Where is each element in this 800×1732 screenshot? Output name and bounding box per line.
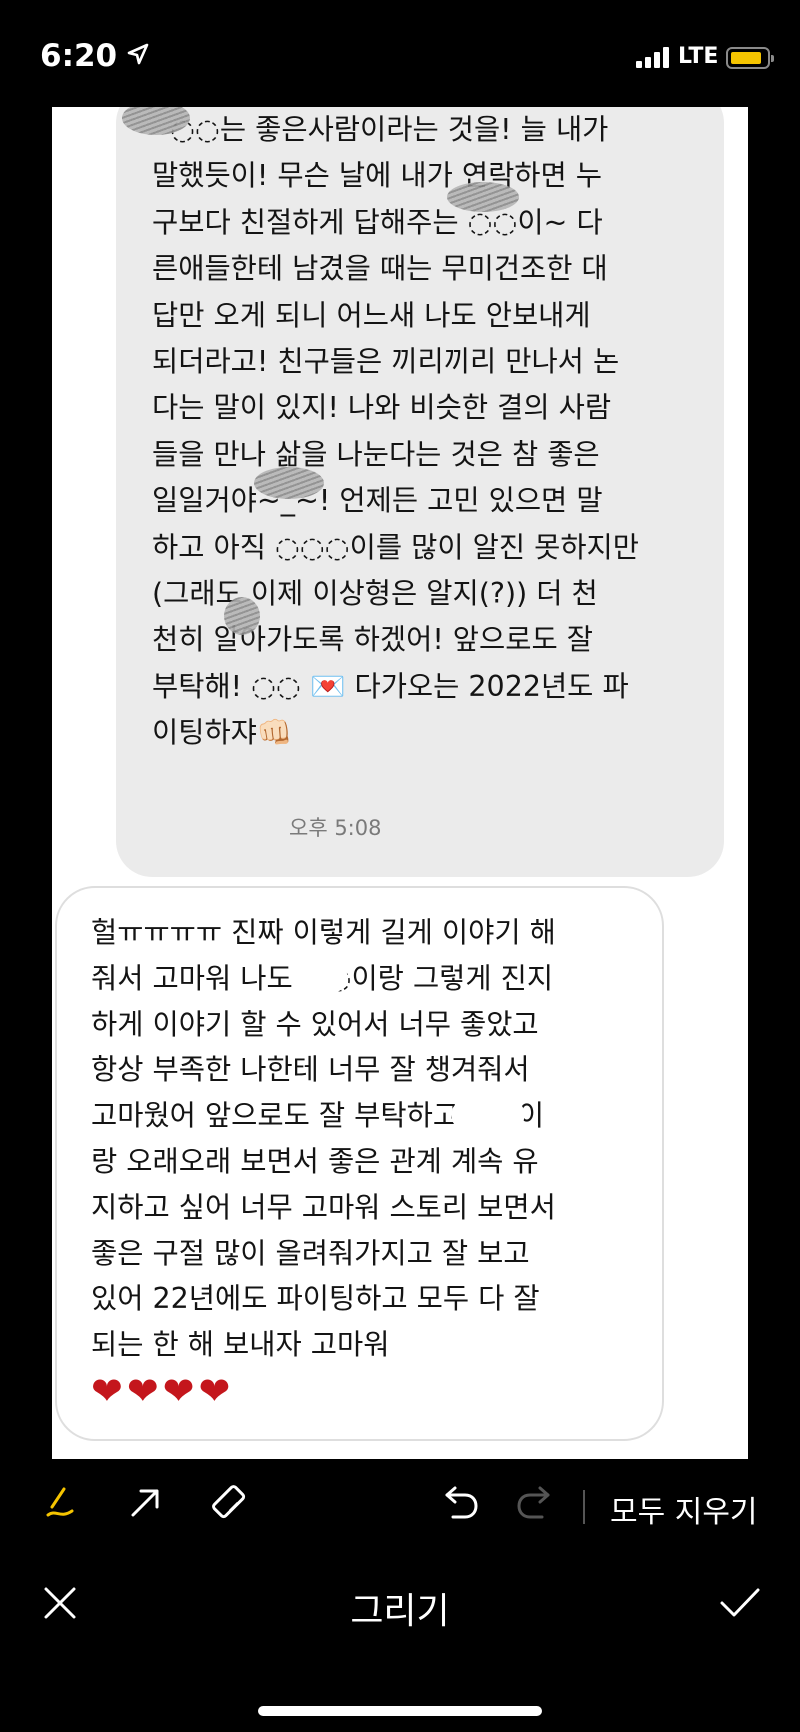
eraser-icon bbox=[209, 1482, 251, 1528]
pen-icon bbox=[38, 1481, 82, 1529]
network-type: LTE bbox=[678, 44, 719, 69]
redaction-scribble bbox=[254, 467, 324, 499]
arrow-icon bbox=[125, 1483, 165, 1527]
clear-all-button[interactable]: 모두 지우기 bbox=[610, 1487, 758, 1531]
redaction-scribble bbox=[224, 597, 260, 635]
arrow-tool-button[interactable] bbox=[115, 1470, 175, 1540]
battery-icon bbox=[726, 47, 774, 69]
message-timestamp: 오후 5:08 bbox=[289, 816, 382, 840]
redo-icon bbox=[514, 1483, 556, 1527]
location-arrow-icon bbox=[127, 43, 149, 69]
toolbar-divider bbox=[583, 1490, 585, 1524]
undo-icon bbox=[439, 1483, 481, 1527]
eraser-tool-button[interactable] bbox=[200, 1470, 260, 1540]
battery-level bbox=[731, 52, 761, 64]
outgoing-message-bubble: 헐ㅠㅠㅠㅠ 진짜 이렇게 길게 이야기 해 줘서 고마워 나도 ◌◌이랑 그렇게… bbox=[55, 886, 664, 1441]
cellular-signal-icon bbox=[636, 46, 669, 68]
redaction-whiteout bbox=[452, 1097, 524, 1133]
incoming-message-text: ◌◌는 좋은사람이라는 것을! 늘 내가 말했듯이! 무슨 날에 내가 연락하면… bbox=[152, 113, 639, 750]
incoming-message-bubble: ◌◌는 좋은사람이라는 것을! 늘 내가 말했듯이! 무슨 날에 내가 연락하면… bbox=[116, 107, 724, 877]
redaction-scribble bbox=[447, 182, 519, 212]
undo-button[interactable] bbox=[430, 1470, 490, 1540]
pen-tool-button[interactable] bbox=[30, 1470, 90, 1540]
status-bar: 6:20 LTE bbox=[0, 0, 800, 106]
markup-canvas[interactable]: ◌◌는 좋은사람이라는 것을! 늘 내가 말했듯이! 무슨 날에 내가 연락하면… bbox=[52, 107, 748, 1459]
screen-title: 그리기 bbox=[350, 1591, 450, 1632]
redo-button[interactable] bbox=[505, 1470, 565, 1540]
outgoing-message-text: 헐ㅠㅠㅠㅠ 진짜 이렇게 길게 이야기 해 줘서 고마워 나도 ◌◌이랑 그렇게… bbox=[91, 916, 556, 1362]
status-time-group: 6:20 bbox=[40, 38, 149, 74]
home-indicator[interactable] bbox=[258, 1706, 542, 1716]
redaction-whiteout bbox=[295, 960, 347, 994]
status-time: 6:20 bbox=[40, 38, 118, 74]
hearts-emoji: ❤❤❤❤ bbox=[91, 1368, 235, 1413]
